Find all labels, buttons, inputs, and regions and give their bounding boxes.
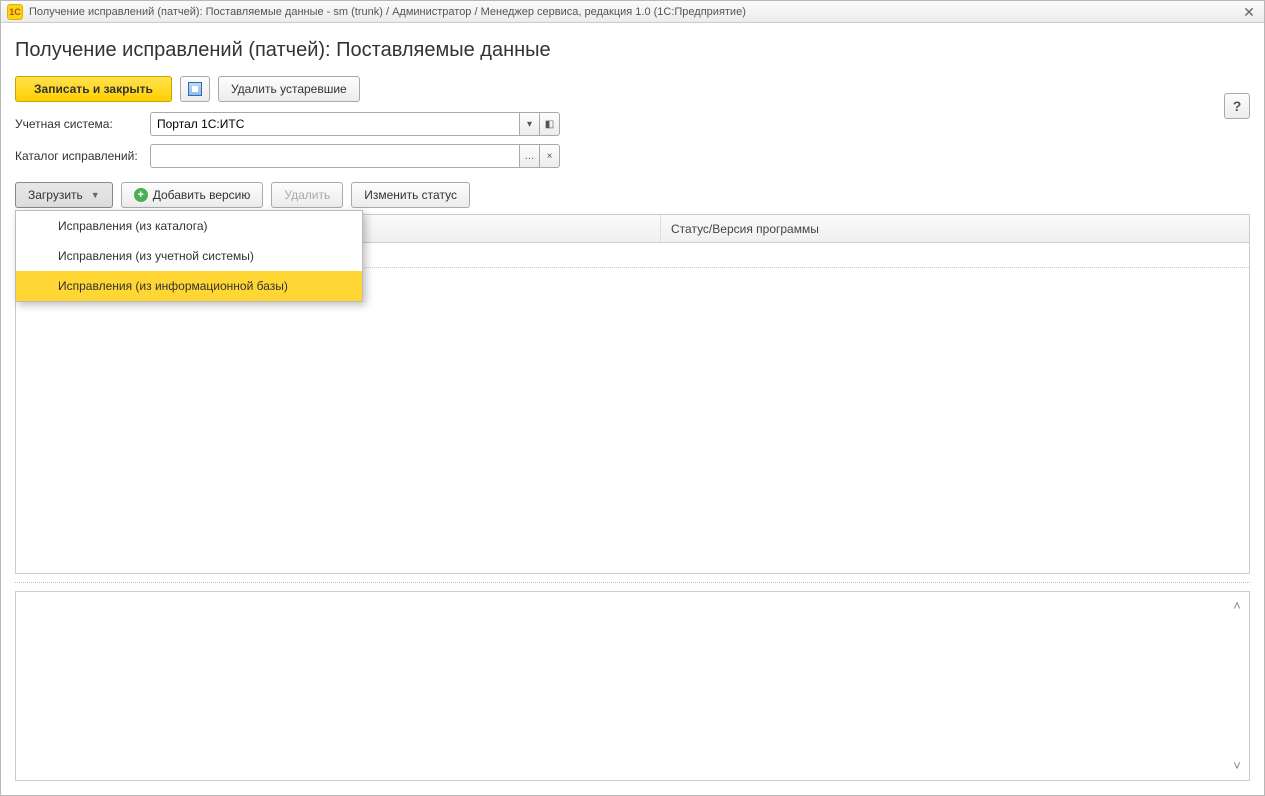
dropdown-icon[interactable]: ▾ [520, 112, 540, 136]
account-system-field: ▾ ◧ [150, 112, 560, 136]
plus-icon: + [134, 188, 148, 202]
account-system-label: Учетная система: [15, 117, 150, 131]
save-and-close-button[interactable]: Записать и закрыть [15, 76, 172, 102]
detail-pane[interactable]: ˄ ˅ [15, 591, 1250, 781]
page-title: Получение исправлений (патчей): Поставля… [15, 39, 1250, 62]
menu-item-from-catalog[interactable]: Исправления (из каталога) [16, 211, 362, 241]
app-logo-icon: 1C [7, 4, 23, 20]
delete-button[interactable]: Удалить [271, 182, 343, 208]
splitter[interactable] [15, 582, 1250, 583]
chevron-down-icon: ▼ [91, 190, 100, 200]
change-status-button[interactable]: Изменить статус [351, 182, 470, 208]
patch-dir-input[interactable] [150, 144, 520, 168]
app-window: 1C Получение исправлений (патчей): Поста… [0, 0, 1265, 796]
save-icon [188, 82, 202, 96]
delete-obsolete-button[interactable]: Удалить устаревшие [218, 76, 360, 102]
help-button[interactable]: ? [1224, 93, 1250, 119]
patch-dir-row: Каталог исправлений: … × [15, 144, 1250, 168]
load-button-label: Загрузить [28, 188, 83, 202]
load-button[interactable]: Загрузить ▼ [15, 182, 113, 208]
scroll-down-icon[interactable]: ˅ [1229, 758, 1245, 774]
open-dialog-icon[interactable]: ◧ [540, 112, 560, 136]
menu-item-from-infobase[interactable]: Исправления (из информационной базы) [16, 271, 362, 301]
grid-col-2[interactable]: Статус/Версия программы [661, 215, 1249, 242]
grid-body[interactable] [16, 267, 1249, 573]
add-version-button[interactable]: + Добавить версию [121, 182, 264, 208]
patch-dir-label: Каталог исправлений: [15, 149, 150, 163]
account-system-row: Учетная система: ▾ ◧ [15, 112, 1250, 136]
window-title: Получение исправлений (патчей): Поставля… [29, 6, 746, 18]
titlebar: 1C Получение исправлений (патчей): Поста… [1, 1, 1264, 23]
account-system-input[interactable] [150, 112, 520, 136]
patch-dir-field: … × [150, 144, 560, 168]
load-dropdown-menu: Исправления (из каталога) Исправления (и… [15, 210, 363, 302]
main-toolbar: Записать и закрыть Удалить устаревшие [15, 76, 1250, 102]
menu-item-from-account-system[interactable]: Исправления (из учетной системы) [16, 241, 362, 271]
clear-icon[interactable]: × [540, 144, 560, 168]
sub-toolbar: Загрузить ▼ + Добавить версию Удалить Из… [15, 182, 1250, 208]
save-button[interactable] [180, 76, 210, 102]
close-icon[interactable]: ✕ [1240, 4, 1258, 22]
scroll-up-icon[interactable]: ˄ [1229, 598, 1245, 614]
content-area: Получение исправлений (патчей): Поставля… [1, 23, 1264, 795]
browse-icon[interactable]: … [520, 144, 540, 168]
add-version-label: Добавить версию [153, 188, 251, 202]
